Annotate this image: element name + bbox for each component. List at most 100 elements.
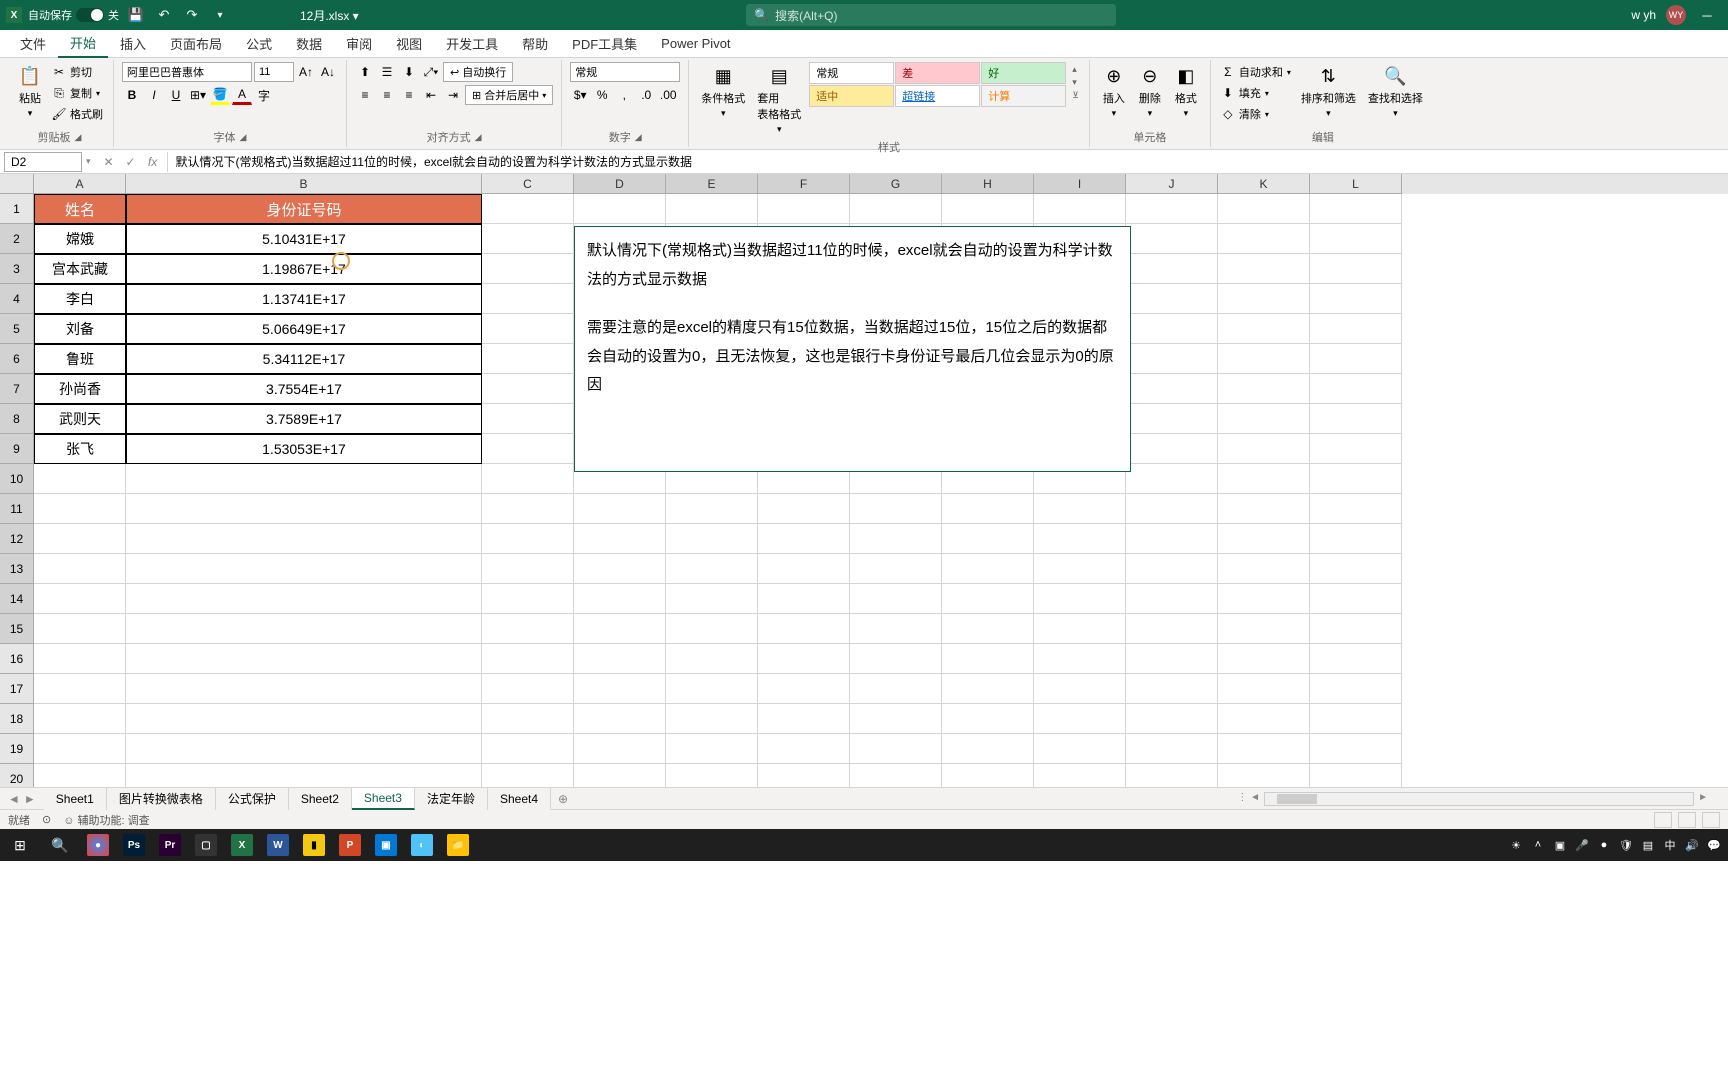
cell-C8[interactable] [482,404,574,434]
currency-icon[interactable]: $▾ [570,85,590,105]
taskbar-photoshop[interactable]: Ps [116,829,152,861]
cell-G20[interactable] [850,764,942,787]
ribbon-tab-9[interactable]: 帮助 [510,30,560,58]
cell-D16[interactable] [574,644,666,674]
taskbar-chrome[interactable]: ● [80,829,116,861]
cell-D15[interactable] [574,614,666,644]
add-sheet-button[interactable]: ⊕ [551,792,575,806]
tray-volume-icon[interactable]: 🔊 [1684,837,1700,853]
cell-A6[interactable]: 鲁班 [34,344,126,374]
cell-L16[interactable] [1310,644,1402,674]
cell-B9[interactable]: 1.53053E+17 [126,434,482,464]
cell-L11[interactable] [1310,494,1402,524]
border-button[interactable]: ⊞▾ [188,85,208,105]
cell-L15[interactable] [1310,614,1402,644]
cell-L13[interactable] [1310,554,1402,584]
cell-D14[interactable] [574,584,666,614]
start-button[interactable]: ⊞ [0,829,40,861]
text-box[interactable]: 默认情况下(常规格式)当数据超过11位的时候，excel就会自动的设置为科学计数… [574,226,1131,472]
cell-J2[interactable] [1126,224,1218,254]
cell-H13[interactable] [942,554,1034,584]
cell-C3[interactable] [482,254,574,284]
cell-B20[interactable] [126,764,482,787]
cell-J6[interactable] [1126,344,1218,374]
accept-formula-icon[interactable]: ✓ [121,152,141,172]
redo-icon[interactable]: ↷ [181,4,203,26]
ribbon-tab-3[interactable]: 页面布局 [158,30,234,58]
cell-L6[interactable] [1310,344,1402,374]
cell-E12[interactable] [666,524,758,554]
cell-A8[interactable]: 武则天 [34,404,126,434]
cell-A10[interactable] [34,464,126,494]
cell-A9[interactable]: 张飞 [34,434,126,464]
cell-C5[interactable] [482,314,574,344]
cell-A18[interactable] [34,704,126,734]
cell-F11[interactable] [758,494,850,524]
cell-K5[interactable] [1218,314,1310,344]
cell-C15[interactable] [482,614,574,644]
cell-H1[interactable] [942,194,1034,224]
cell-F14[interactable] [758,584,850,614]
cell-J11[interactable] [1126,494,1218,524]
taskbar-powerbi[interactable]: ▮ [296,829,332,861]
cell-K4[interactable] [1218,284,1310,314]
style-calc[interactable]: 计算 [981,85,1066,107]
row-header-2[interactable]: 2 [0,224,34,254]
cell-B7[interactable]: 3.7554E+17 [126,374,482,404]
taskbar-search-icon[interactable]: 🔍 [40,829,80,861]
cell-D20[interactable] [574,764,666,787]
cell-G19[interactable] [850,734,942,764]
ribbon-tab-5[interactable]: 数据 [284,30,334,58]
decrease-decimal-icon[interactable]: .00 [658,85,678,105]
cell-I13[interactable] [1034,554,1126,584]
cell-E18[interactable] [666,704,758,734]
cell-L12[interactable] [1310,524,1402,554]
dialog-launcher-icon[interactable]: ◢ [75,132,82,143]
cell-G16[interactable] [850,644,942,674]
cell-B10[interactable] [126,464,482,494]
ribbon-tab-0[interactable]: 文件 [8,30,58,58]
cell-A15[interactable] [34,614,126,644]
phonetic-button[interactable]: 字 [254,85,274,105]
avatar[interactable]: WY [1666,5,1686,25]
cell-J10[interactable] [1126,464,1218,494]
view-break-icon[interactable] [1702,812,1720,828]
cell-I17[interactable] [1034,674,1126,704]
sheet-tab-1[interactable]: 图片转换微表格 [107,788,216,810]
percent-icon[interactable]: % [592,85,612,105]
cell-F16[interactable] [758,644,850,674]
find-select-button[interactable]: 🔍查找和选择▾ [1364,62,1427,121]
clear-button[interactable]: ◇清除 ▾ [1219,104,1293,124]
cell-G13[interactable] [850,554,942,584]
cell-A12[interactable] [34,524,126,554]
cancel-formula-icon[interactable]: ✕ [99,152,119,172]
cell-G14[interactable] [850,584,942,614]
row-header-4[interactable]: 4 [0,284,34,314]
cell-C14[interactable] [482,584,574,614]
row-header-11[interactable]: 11 [0,494,34,524]
col-header-B[interactable]: B [126,174,482,194]
cell-K1[interactable] [1218,194,1310,224]
font-color-button[interactable]: A [232,85,252,105]
indent-inc-icon[interactable]: ⇥ [443,85,463,105]
style-hyperlink[interactable]: 超链接 [895,85,980,107]
cell-K3[interactable] [1218,254,1310,284]
taskbar-excel[interactable]: X [224,829,260,861]
style-normal[interactable]: 常规 [809,62,894,84]
row-header-15[interactable]: 15 [0,614,34,644]
cell-A14[interactable] [34,584,126,614]
conditional-format-button[interactable]: ▦条件格式▾ [697,62,749,121]
copy-button[interactable]: ⎘复制 ▾ [50,83,105,103]
cell-J9[interactable] [1126,434,1218,464]
cell-F18[interactable] [758,704,850,734]
cell-E17[interactable] [666,674,758,704]
cell-D1[interactable] [574,194,666,224]
cell-D11[interactable] [574,494,666,524]
cell-H17[interactable] [942,674,1034,704]
col-header-I[interactable]: I [1034,174,1126,194]
sheet-tab-6[interactable]: Sheet4 [488,788,551,810]
cell-H20[interactable] [942,764,1034,787]
cell-F15[interactable] [758,614,850,644]
cell-J12[interactable] [1126,524,1218,554]
cell-H14[interactable] [942,584,1034,614]
